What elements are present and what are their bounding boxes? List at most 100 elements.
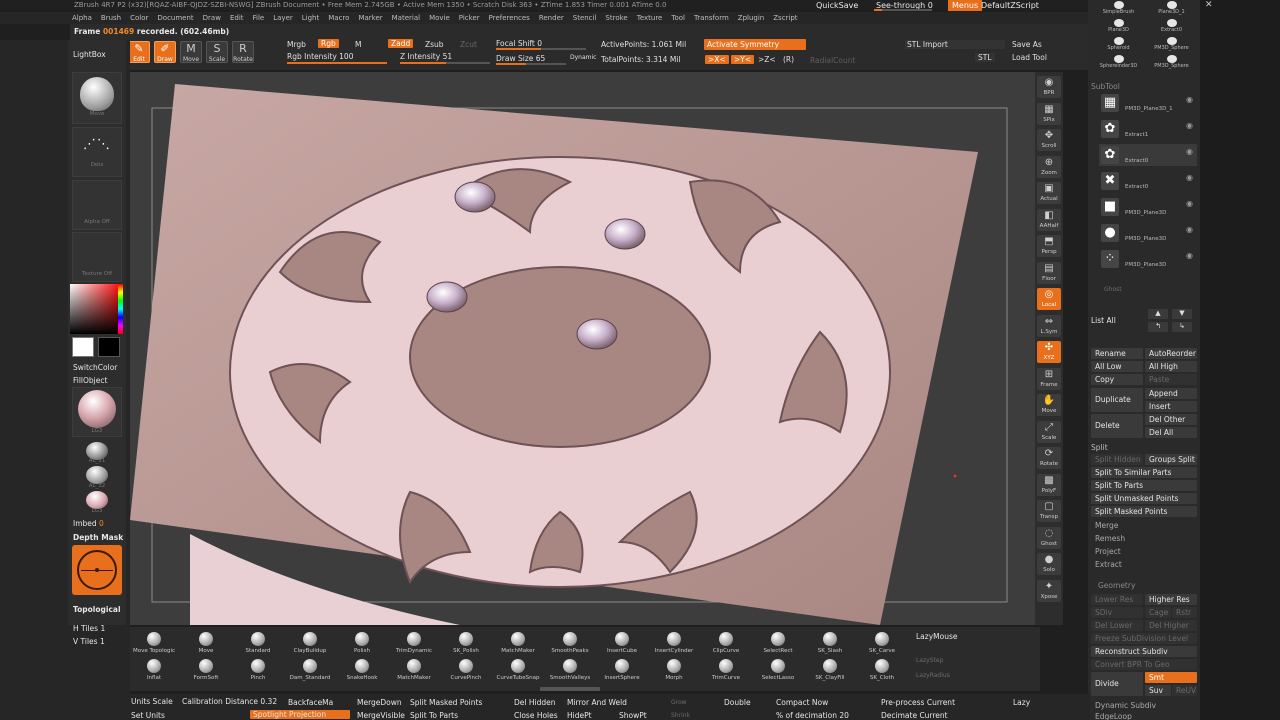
menu-stencil[interactable]: Stencil: [573, 14, 597, 22]
tool-thumbnail[interactable]: Spheroid: [1092, 36, 1145, 54]
append-button[interactable]: Append: [1145, 388, 1197, 399]
symmetry-y-button[interactable]: >Y<: [731, 55, 755, 64]
grow-button[interactable]: Grow: [671, 699, 687, 706]
focal-shift-slider[interactable]: Focal Shift 0: [496, 39, 542, 48]
geometry-header[interactable]: Geometry: [1098, 581, 1204, 590]
brush-trimcurve[interactable]: TrimCurve: [700, 659, 752, 681]
dynamic-subdiv-header[interactable]: Dynamic Subdiv: [1095, 701, 1201, 710]
secondary-color-swatch[interactable]: [98, 337, 120, 357]
tool-thumbnail[interactable]: Sphereinder3D: [1092, 54, 1145, 72]
menu-zplugin[interactable]: Zplugin: [738, 14, 764, 22]
decimation-slider[interactable]: % of decimation 20: [776, 711, 849, 720]
decimate-current-button[interactable]: Decimate Current: [881, 711, 948, 720]
subtool-item[interactable]: ■ PM3D_Plane3D ◉: [1099, 196, 1197, 218]
z-intensity-slider[interactable]: Z Intensity 51: [400, 52, 452, 61]
brush-insertcube[interactable]: InsertCube: [596, 632, 648, 654]
menu-draw[interactable]: Draw: [203, 14, 221, 22]
bottom-shelf-handle[interactable]: [540, 687, 600, 691]
split-to-parts-bottom-button[interactable]: Split To Parts: [410, 711, 458, 720]
mode-edit-button[interactable]: ✎ Edit: [128, 41, 150, 63]
calibration-distance-slider[interactable]: Calibration Distance 0.32: [182, 697, 277, 706]
h-tiles-slider[interactable]: H Tiles 1: [73, 624, 105, 633]
hue-strip[interactable]: [118, 284, 123, 334]
menu-stroke[interactable]: Stroke: [605, 14, 627, 22]
move-down-icon[interactable]: ↳: [1172, 322, 1192, 332]
brush-selectlasso[interactable]: SelectLasso: [752, 659, 804, 681]
groups-split-button[interactable]: Groups Split: [1145, 454, 1197, 465]
tool-thumbnail[interactable]: SimpleBrush: [1092, 0, 1145, 18]
zcut-button[interactable]: Zcut: [460, 40, 477, 49]
switch-color-button[interactable]: SwitchColor: [73, 363, 117, 372]
save-as-button[interactable]: Save As: [1012, 40, 1042, 49]
tool-thumbnail[interactable]: Plane3D_1: [1145, 0, 1198, 18]
mrgb-button[interactable]: Mrgb: [287, 40, 306, 49]
mode-rotate-button[interactable]: R Rotate: [232, 41, 254, 63]
brush-sk-slash[interactable]: SK_Slash: [804, 632, 856, 654]
lower-res-button[interactable]: Lower Res: [1091, 594, 1143, 605]
brush-curvetubesnap[interactable]: CurveTubeSnap: [492, 659, 544, 681]
remesh-header[interactable]: Remesh: [1095, 534, 1201, 543]
suv-toggle[interactable]: Suv: [1145, 685, 1171, 696]
scale-view-button[interactable]: ⤢ Scale: [1037, 420, 1061, 443]
brush-matchmaker[interactable]: MatchMaker: [388, 659, 440, 681]
mode-scale-button[interactable]: S Scale: [206, 41, 228, 63]
auto-reorder-button[interactable]: AutoReorder: [1145, 348, 1197, 359]
mirror-and-weld-button[interactable]: Mirror And Weld: [567, 698, 627, 707]
del-other-button[interactable]: Del Other: [1145, 414, 1197, 425]
preprocess-current-button[interactable]: Pre-process Current: [881, 698, 955, 707]
brush-formsoft[interactable]: FormSoft: [180, 659, 232, 681]
stl-import-button[interactable]: STL Import: [905, 40, 1005, 49]
draw-size-track[interactable]: [496, 63, 566, 65]
menu-file[interactable]: File: [253, 14, 265, 22]
dynamic-toggle[interactable]: Dynamic: [570, 54, 596, 61]
all-low-button[interactable]: All Low: [1091, 361, 1143, 372]
all-high-button[interactable]: All High: [1145, 361, 1197, 372]
brush-move[interactable]: Move: [180, 632, 232, 654]
cage-button[interactable]: Cage: [1145, 607, 1171, 618]
paste-button[interactable]: Paste: [1145, 374, 1197, 385]
document-canvas[interactable]: [130, 72, 1040, 625]
alpha-thumbnail[interactable]: Alpha Off: [72, 180, 122, 230]
menu-marker[interactable]: Marker: [358, 14, 382, 22]
menu-preferences[interactable]: Preferences: [489, 14, 530, 22]
visibility-eye-icon[interactable]: ◉: [1186, 173, 1193, 182]
polyf-view-button[interactable]: ▩ PolyF: [1037, 473, 1061, 496]
menu-movie[interactable]: Movie: [429, 14, 450, 22]
menu-transform[interactable]: Transform: [694, 14, 729, 22]
edgeloop-header[interactable]: EdgeLoop: [1095, 712, 1201, 720]
material-lg3-icon[interactable]: [86, 491, 108, 509]
focal-shift-track[interactable]: [496, 48, 586, 50]
spix-view-button[interactable]: ▦ SPix: [1037, 102, 1061, 125]
shrink-button[interactable]: Shrink: [671, 712, 690, 719]
split-unmasked-points-button[interactable]: Split Unmasked Points: [1091, 493, 1197, 504]
close-holes-button[interactable]: Close Holes: [514, 711, 558, 720]
solo-view-button[interactable]: ● Solo: [1037, 553, 1061, 575]
merge-visible-button[interactable]: MergeVisible: [357, 711, 405, 720]
symmetry-x-button[interactable]: >X<: [705, 55, 729, 64]
brush-curvepinch[interactable]: CurvePinch: [440, 659, 492, 681]
imbed-slider[interactable]: Imbed 0: [73, 519, 104, 528]
brush-clipcurve[interactable]: ClipCurve: [700, 632, 752, 654]
brush-matchmaker[interactable]: MatchMaker: [492, 632, 544, 654]
actual-view-button[interactable]: ▣ Actual: [1037, 182, 1061, 204]
split-similar-parts-button[interactable]: Split To Similar Parts: [1091, 467, 1197, 478]
menu-document[interactable]: Document: [157, 14, 193, 22]
units-scale-button[interactable]: Units Scale: [131, 697, 173, 706]
menu-render[interactable]: Render: [539, 14, 564, 22]
subtool-header[interactable]: SubTool: [1091, 82, 1197, 91]
subtool-item[interactable]: ✿ Extract0 ◉: [1099, 144, 1197, 166]
brush-sk-polish[interactable]: SK_Polish: [440, 632, 492, 654]
visibility-eye-icon[interactable]: ◉: [1186, 147, 1193, 156]
sculpt-viewport[interactable]: [130, 72, 1040, 625]
aahalf-view-button[interactable]: ◧ AAHalf: [1037, 208, 1061, 231]
smt-toggle[interactable]: Smt: [1145, 672, 1197, 683]
z-intensity-track[interactable]: [400, 62, 490, 64]
compact-now-button[interactable]: Compact Now: [776, 698, 828, 707]
rstr-button[interactable]: Rstr: [1172, 607, 1197, 618]
set-units-button[interactable]: Set Units: [131, 711, 165, 720]
subtool-item[interactable]: ● PM3D_Plane3D ◉: [1099, 222, 1197, 244]
split-header[interactable]: Split: [1091, 443, 1197, 452]
bpr-view-button[interactable]: ◉ BPR: [1037, 76, 1061, 98]
arrow-down-icon[interactable]: ▼: [1172, 309, 1192, 319]
scroll-view-button[interactable]: ✥ Scroll: [1037, 129, 1061, 151]
